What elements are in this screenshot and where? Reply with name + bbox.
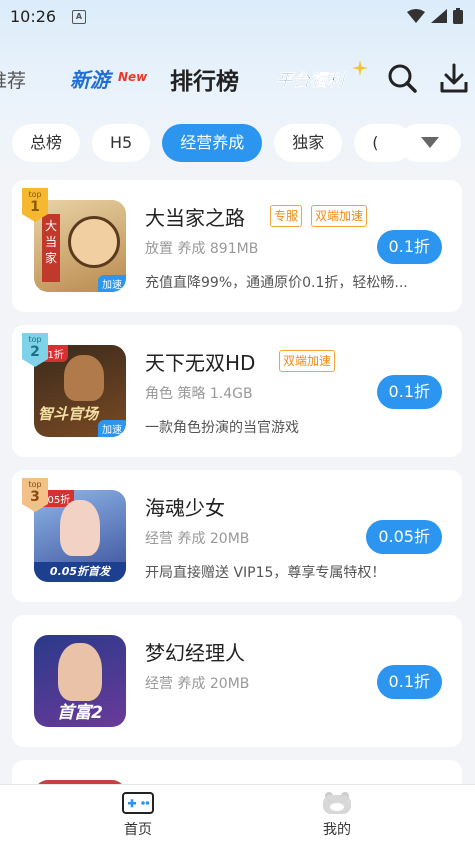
game-card[interactable]: 大当家 加速 top 1 大当家之路 专服 双端加速 放置 养成 891MB 0… xyxy=(12,180,462,312)
rank-label: top xyxy=(28,480,42,489)
rank-badge-3: top 3 xyxy=(22,478,48,512)
discount-button[interactable]: 0.1折 xyxy=(376,665,442,699)
category-chip[interactable]: H5 xyxy=(92,124,151,162)
nav-new-games[interactable]: 新游 New xyxy=(70,56,150,96)
rank-number: 3 xyxy=(30,489,40,505)
battery-icon xyxy=(453,8,463,24)
category-chip[interactable]: 独家 xyxy=(274,124,343,162)
game-meta: 经营 养成 20MB xyxy=(145,531,250,547)
nav-recommend[interactable]: 推荐 xyxy=(0,66,26,93)
game-tag: 双端加速 xyxy=(279,350,336,372)
rank-badge-1: top 1 xyxy=(22,188,48,222)
discount-button[interactable]: 0.1折 xyxy=(376,375,442,409)
discount-button[interactable]: 0.05折 xyxy=(366,520,442,554)
tab-home-label: 首页 xyxy=(124,822,152,838)
category-chip-selected[interactable]: 经营养成 xyxy=(162,124,263,162)
category-tabs: 总榜 H5 经营养成 独家 ( xyxy=(12,124,413,162)
status-icons xyxy=(407,8,463,24)
game-title: 大当家之路 xyxy=(145,206,245,230)
character-avatar xyxy=(68,216,120,268)
sim-icon: A xyxy=(72,10,86,24)
game-title: 梦幻经理人 xyxy=(145,641,245,665)
search-icon[interactable] xyxy=(386,62,418,94)
character-avatar xyxy=(58,643,102,701)
cover-title: 大当家 xyxy=(42,214,60,282)
accelerate-badge: 加速 xyxy=(98,420,126,437)
rank-badge-2: top 2 xyxy=(22,333,48,367)
wifi-icon xyxy=(407,9,425,23)
rank-label: top xyxy=(28,335,42,344)
cover-title: 0.05折首发 xyxy=(34,562,126,582)
game-cover[interactable]: 首富2 xyxy=(34,635,126,727)
rank-number: 1 xyxy=(30,199,40,215)
game-card[interactable]: 首富2 梦幻经理人 经营 养成 20MB 0.1折 xyxy=(12,615,462,747)
rank-label: top xyxy=(28,190,42,199)
tab-mine-label: 我的 xyxy=(323,822,351,838)
tab-mine[interactable]: 我的 xyxy=(277,785,397,845)
new-games-logo: 新游 xyxy=(70,68,110,92)
bottom-tab-bar: 首页 我的 xyxy=(0,784,475,845)
rank-number: 2 xyxy=(30,344,40,360)
download-icon[interactable] xyxy=(438,62,470,94)
nav-ranking[interactable]: 排行榜 xyxy=(170,62,239,96)
game-description: 一款角色扮演的当官游戏 xyxy=(145,420,299,436)
game-tag: 专服 xyxy=(270,205,303,227)
cover-title: 智斗官场 xyxy=(38,405,99,423)
discount-button[interactable]: 0.1折 xyxy=(376,230,442,264)
category-chip[interactable]: 总榜 xyxy=(12,124,81,162)
character-avatar xyxy=(60,500,100,556)
tab-home[interactable]: 首页 xyxy=(78,785,198,845)
game-description: 开局直接赠送 VIP15，尊享专属特权！ xyxy=(145,565,386,581)
nav-welfare[interactable]: 平台福利 xyxy=(272,60,368,96)
status-bar: 10:26 A xyxy=(0,0,475,34)
chevron-down-icon xyxy=(421,137,439,148)
game-tag: 双端加速 xyxy=(311,205,368,227)
game-title: 天下无双HD xyxy=(145,351,256,375)
top-navigation: 推荐 新游 New 排行榜 平台福利 xyxy=(0,56,475,102)
game-meta: 放置 养成 891MB xyxy=(145,241,259,257)
profile-face-icon xyxy=(323,792,351,814)
accelerate-badge: 加速 xyxy=(98,275,126,292)
game-card[interactable]: 0.05折 0.05折首发 top 3 海魂少女 经营 养成 20MB 0.05… xyxy=(12,470,462,602)
cover-title: 首富2 xyxy=(57,703,103,723)
signal-icon xyxy=(431,9,447,23)
status-time: 10:26 xyxy=(10,7,57,26)
welfare-logo: 平台福利 xyxy=(276,71,344,91)
game-meta: 角色 策略 1.4GB xyxy=(145,386,253,402)
gamepad-icon xyxy=(122,792,154,814)
character-avatar xyxy=(64,355,104,401)
game-meta: 经营 养成 20MB xyxy=(145,676,250,692)
expand-categories-button[interactable] xyxy=(399,124,461,162)
sparkle-icon xyxy=(352,60,368,76)
new-badge: New xyxy=(118,70,148,84)
game-title: 海魂少女 xyxy=(145,496,225,520)
game-description: 充值直降99%，通通原价0.1折，轻松畅... xyxy=(145,275,408,291)
game-card[interactable]: 0.1折 智斗官场 加速 top 2 天下无双HD 双端加速 角色 策略 1.4… xyxy=(12,325,462,457)
